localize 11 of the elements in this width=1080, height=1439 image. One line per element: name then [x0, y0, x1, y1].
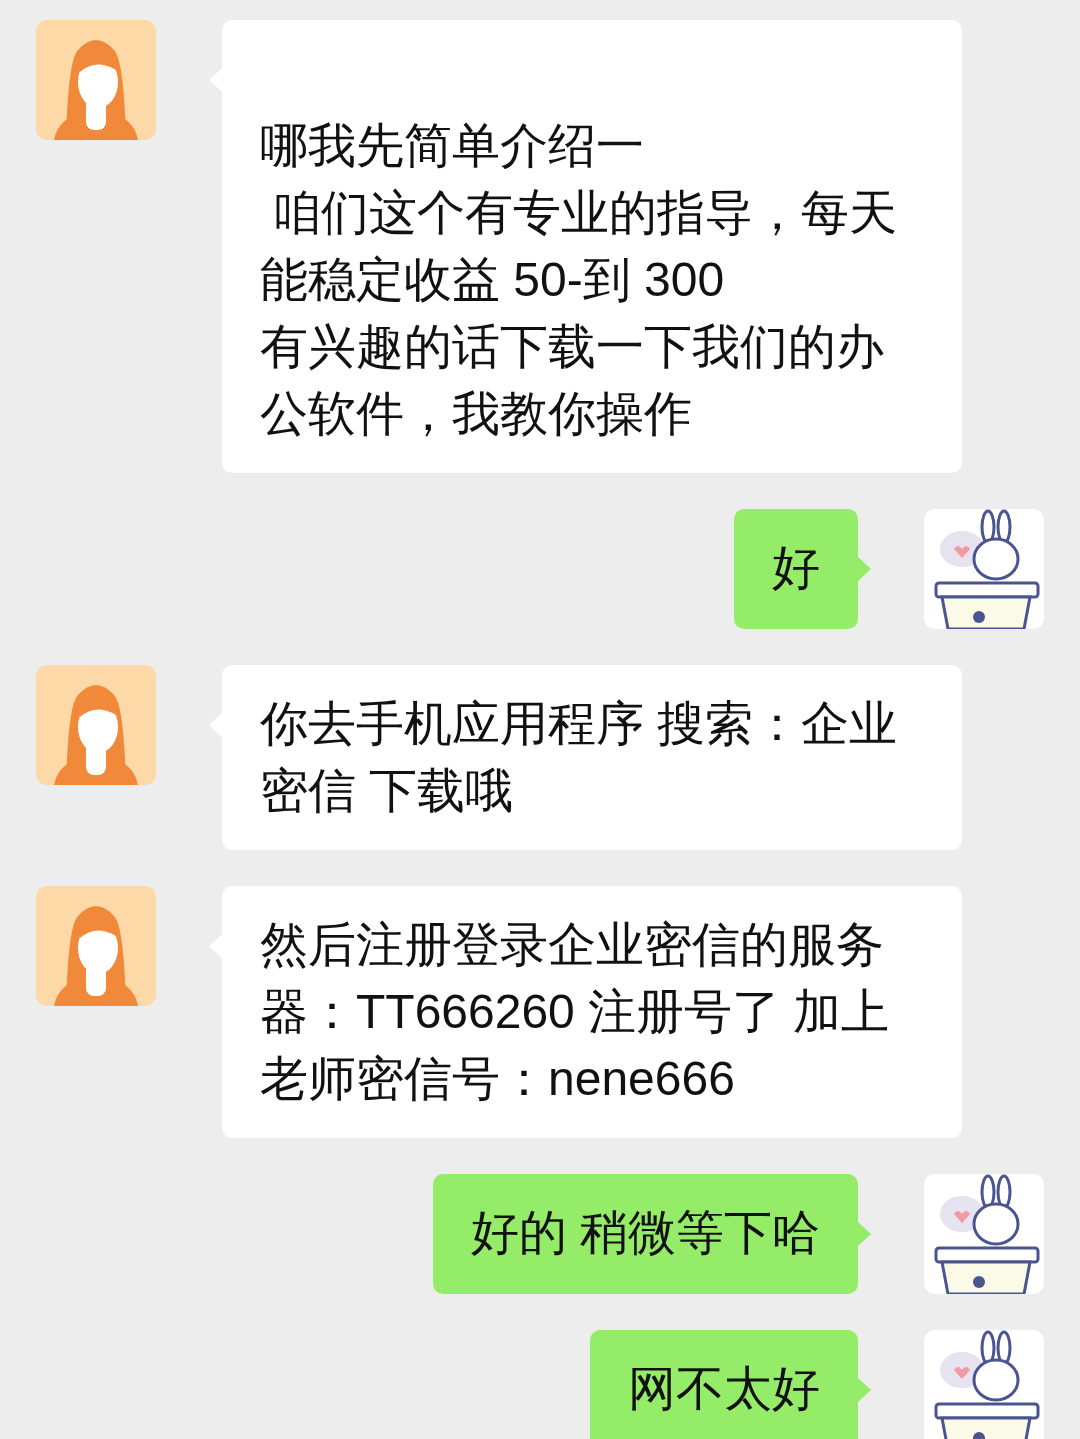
avatar-icon[interactable]: [924, 1330, 1044, 1439]
message-text: 咱们这个有专业的指导，每天能稳定收益 50-到 300: [260, 185, 899, 308]
avatar-icon[interactable]: [924, 1174, 1044, 1294]
message-text: 网不太好: [628, 1361, 820, 1417]
message-text: 然后注册登录企业密信的服务器：TT666260 注册号了 加上老师密信号：nene666: [260, 917, 891, 1107]
message-text: 你去手机应用程序 搜索：企业密信 下载哦: [260, 696, 899, 819]
avatar-icon[interactable]: [924, 509, 1044, 629]
message-text: 有兴趣的话下载一下我们的办公软件，我教你操作: [260, 319, 885, 442]
message-text: 好: [772, 540, 820, 596]
message-text: 好的 稍微等下哈: [470, 1205, 820, 1261]
message-text: 哪我先简单介绍一: [260, 118, 645, 174]
